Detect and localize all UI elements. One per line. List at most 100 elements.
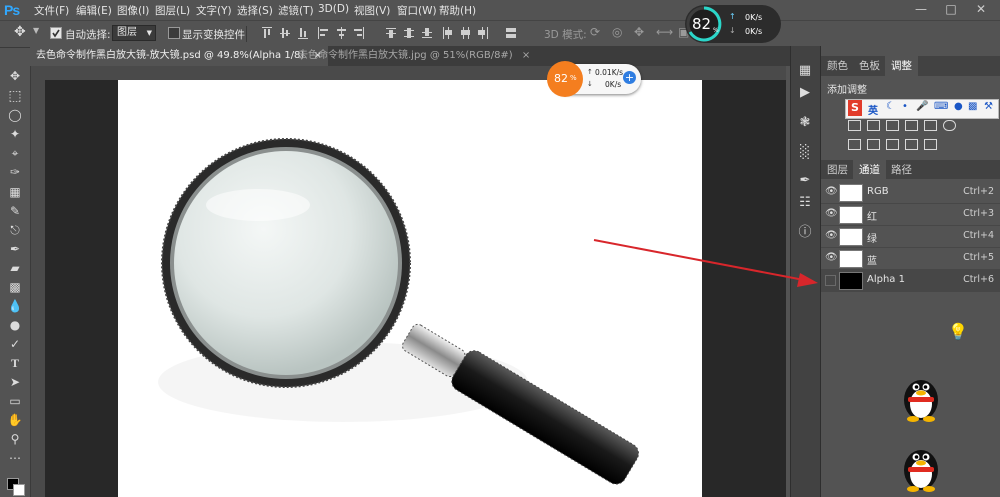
path-selection-tool-icon[interactable]: ➤ (5, 374, 25, 390)
history-brush-tool-icon[interactable]: ✒ (5, 241, 25, 257)
color-lookup-icon[interactable] (943, 120, 956, 131)
skin-shirt-icon[interactable]: ▩ (968, 101, 977, 112)
menu-select[interactable]: 选择(S) (237, 3, 273, 18)
tab-layers[interactable]: 图层 (821, 160, 854, 180)
channel-row-rgb[interactable]: 👁 RGB Ctrl+2 (821, 182, 1000, 204)
menu-layer[interactable]: 图层(L) (155, 3, 190, 18)
channel-row-red[interactable]: 👁 红 Ctrl+3 (821, 204, 1000, 226)
sogou-ime-toolbar[interactable]: S 英 ☾ • 🎤 ⌨ ● ▩ ⚒ (845, 99, 999, 119)
align-left-icon[interactable] (318, 27, 328, 39)
punctuation-icon[interactable]: • (902, 101, 908, 112)
type-tool-icon[interactable]: T (5, 355, 25, 371)
menu-type[interactable]: 文字(Y) (196, 3, 232, 18)
eye-icon[interactable]: 👁 (825, 186, 838, 197)
healing-brush-tool-icon[interactable]: ▦ (5, 184, 25, 200)
menu-image[interactable]: 图像(I) (117, 3, 149, 18)
channel-row-green[interactable]: 👁 绿 Ctrl+4 (821, 226, 1000, 248)
menu-filter[interactable]: 滤镜(T) (278, 3, 314, 18)
channel-row-alpha-1[interactable]: Alpha 1 Ctrl+6 (821, 270, 1000, 292)
tab-magnifier-psd[interactable]: 去色命令制作黑白放大镜-放大镜.psd @ 49.8%(Alpha 1/8) × (30, 46, 328, 66)
exposure-icon[interactable] (905, 120, 918, 131)
menu-file[interactable]: 文件(F) (34, 3, 69, 18)
wrench-icon[interactable]: ⚒ (984, 101, 993, 112)
vibrance-icon[interactable] (924, 120, 937, 131)
lasso-tool-icon[interactable]: ◯ (5, 107, 25, 123)
distribute-top-icon[interactable] (386, 27, 396, 39)
plus-icon[interactable]: + (623, 71, 636, 84)
distribute-right-icon[interactable] (478, 27, 488, 39)
moon-icon[interactable]: ☾ (886, 101, 895, 112)
qq-penguin-icon[interactable] (898, 440, 944, 492)
tab-adjustments[interactable]: 调整 (885, 56, 918, 76)
channel-row-blue[interactable]: 👁 蓝 Ctrl+5 (821, 248, 1000, 270)
network-monitor-widget[interactable]: 82 % ↑ 0K/s ↓ 0K/s (685, 5, 781, 43)
auto-select-dropdown[interactable]: 图层 ▼ (112, 25, 156, 41)
align-bottom-icon[interactable] (298, 27, 308, 39)
dodge-tool-icon[interactable]: ● (5, 317, 25, 333)
posterize-icon[interactable] (867, 139, 880, 150)
clone-source-icon[interactable]: ░ (795, 144, 815, 162)
menu-view[interactable]: 视图(V) (354, 3, 390, 18)
eraser-tool-icon[interactable]: ▰ (5, 260, 25, 276)
menu-window[interactable]: 窗口(W) (397, 3, 437, 18)
distribute-hcenter-icon[interactable] (460, 27, 470, 39)
minimize-icon[interactable]: — (906, 2, 936, 18)
menu-3d[interactable]: 3D(D) (318, 3, 349, 15)
distribute-vcenter-icon[interactable] (404, 27, 414, 39)
roll-3d-icon[interactable]: ◎ (612, 25, 622, 39)
tab-paths[interactable]: 路径 (885, 160, 918, 180)
align-right-icon[interactable] (354, 27, 364, 39)
user-icon[interactable]: ● (954, 101, 963, 112)
eye-icon[interactable]: 👁 (825, 230, 838, 241)
slide-3d-icon[interactable]: ⟷ (656, 25, 673, 39)
brush-tool-icon[interactable]: ✎ (5, 203, 25, 219)
more-tools-icon[interactable]: ⋯ (5, 450, 25, 466)
threshold-icon[interactable] (886, 139, 899, 150)
menu-help[interactable]: 帮助(H) (439, 3, 476, 18)
tab-color[interactable]: 颜色 (821, 56, 854, 76)
lightbulb-icon[interactable]: 💡 (948, 322, 968, 341)
tab-close-icon[interactable]: × (522, 50, 530, 61)
distribute-left-icon[interactable] (442, 27, 452, 39)
crop-tool-icon[interactable]: ⌖ (5, 145, 25, 161)
auto-select-checkbox[interactable] (50, 27, 62, 39)
hand-tool-icon[interactable]: ✋ (5, 412, 25, 428)
eye-icon[interactable]: 👁 (825, 208, 838, 219)
distribute-bottom-icon[interactable] (422, 27, 432, 39)
history-panel-icon[interactable]: ▦ (795, 62, 815, 80)
drag-3d-icon[interactable]: ✥ (634, 25, 644, 39)
microphone-icon[interactable]: 🎤 (916, 101, 928, 112)
auto-align-icon[interactable] (506, 27, 516, 39)
clone-stamp-tool-icon[interactable]: ⎋ (5, 222, 25, 238)
align-vcenter-icon[interactable] (280, 27, 290, 39)
brightness-contrast-icon[interactable] (848, 120, 861, 131)
network-monitor-overlay[interactable]: 82 % ↑ 0.01K/s ↓ 0K/s + (547, 61, 641, 97)
gradient-tool-icon[interactable]: ▩ (5, 279, 25, 295)
background-color-swatch[interactable] (13, 484, 25, 496)
align-hcenter-icon[interactable] (336, 27, 346, 39)
selective-color-icon[interactable] (924, 139, 937, 150)
magic-wand-tool-icon[interactable]: ✦ (5, 126, 25, 142)
maximize-icon[interactable]: □ (936, 2, 966, 18)
gradient-map-icon[interactable] (905, 139, 918, 150)
levels-icon[interactable] (867, 120, 880, 131)
tab-magnifier-jpg[interactable]: 去色命令制作黑白放大镜.jpg @ 51%(RGB/8#) × (292, 46, 536, 66)
eye-icon[interactable]: 👁 (825, 252, 838, 263)
visibility-toggle-empty[interactable] (825, 275, 836, 286)
move-tool-icon[interactable]: ✥ (5, 68, 25, 84)
marquee-tool-icon[interactable]: ⬚ (5, 88, 25, 104)
keyboard-icon[interactable]: ⌨ (934, 101, 948, 112)
align-top-icon[interactable] (262, 27, 272, 39)
shape-tool-icon[interactable]: ▭ (5, 393, 25, 409)
curves-icon[interactable] (886, 120, 899, 131)
actions-play-icon[interactable]: ▶ (795, 84, 815, 102)
tab-swatches[interactable]: 色板 (853, 56, 886, 76)
move-tool-preset-icon[interactable]: ✥ (14, 24, 26, 40)
show-transform-checkbox[interactable] (168, 27, 180, 39)
blur-tool-icon[interactable]: 💧 (5, 298, 25, 314)
rotate-3d-icon[interactable]: ⟳ (590, 25, 600, 39)
pen-tool-icon[interactable]: ✓ (5, 336, 25, 352)
chevron-down-icon[interactable]: ▼ (33, 26, 39, 35)
brush-presets-icon[interactable]: ✒ (795, 172, 815, 190)
qq-penguin-icon[interactable] (898, 370, 944, 422)
